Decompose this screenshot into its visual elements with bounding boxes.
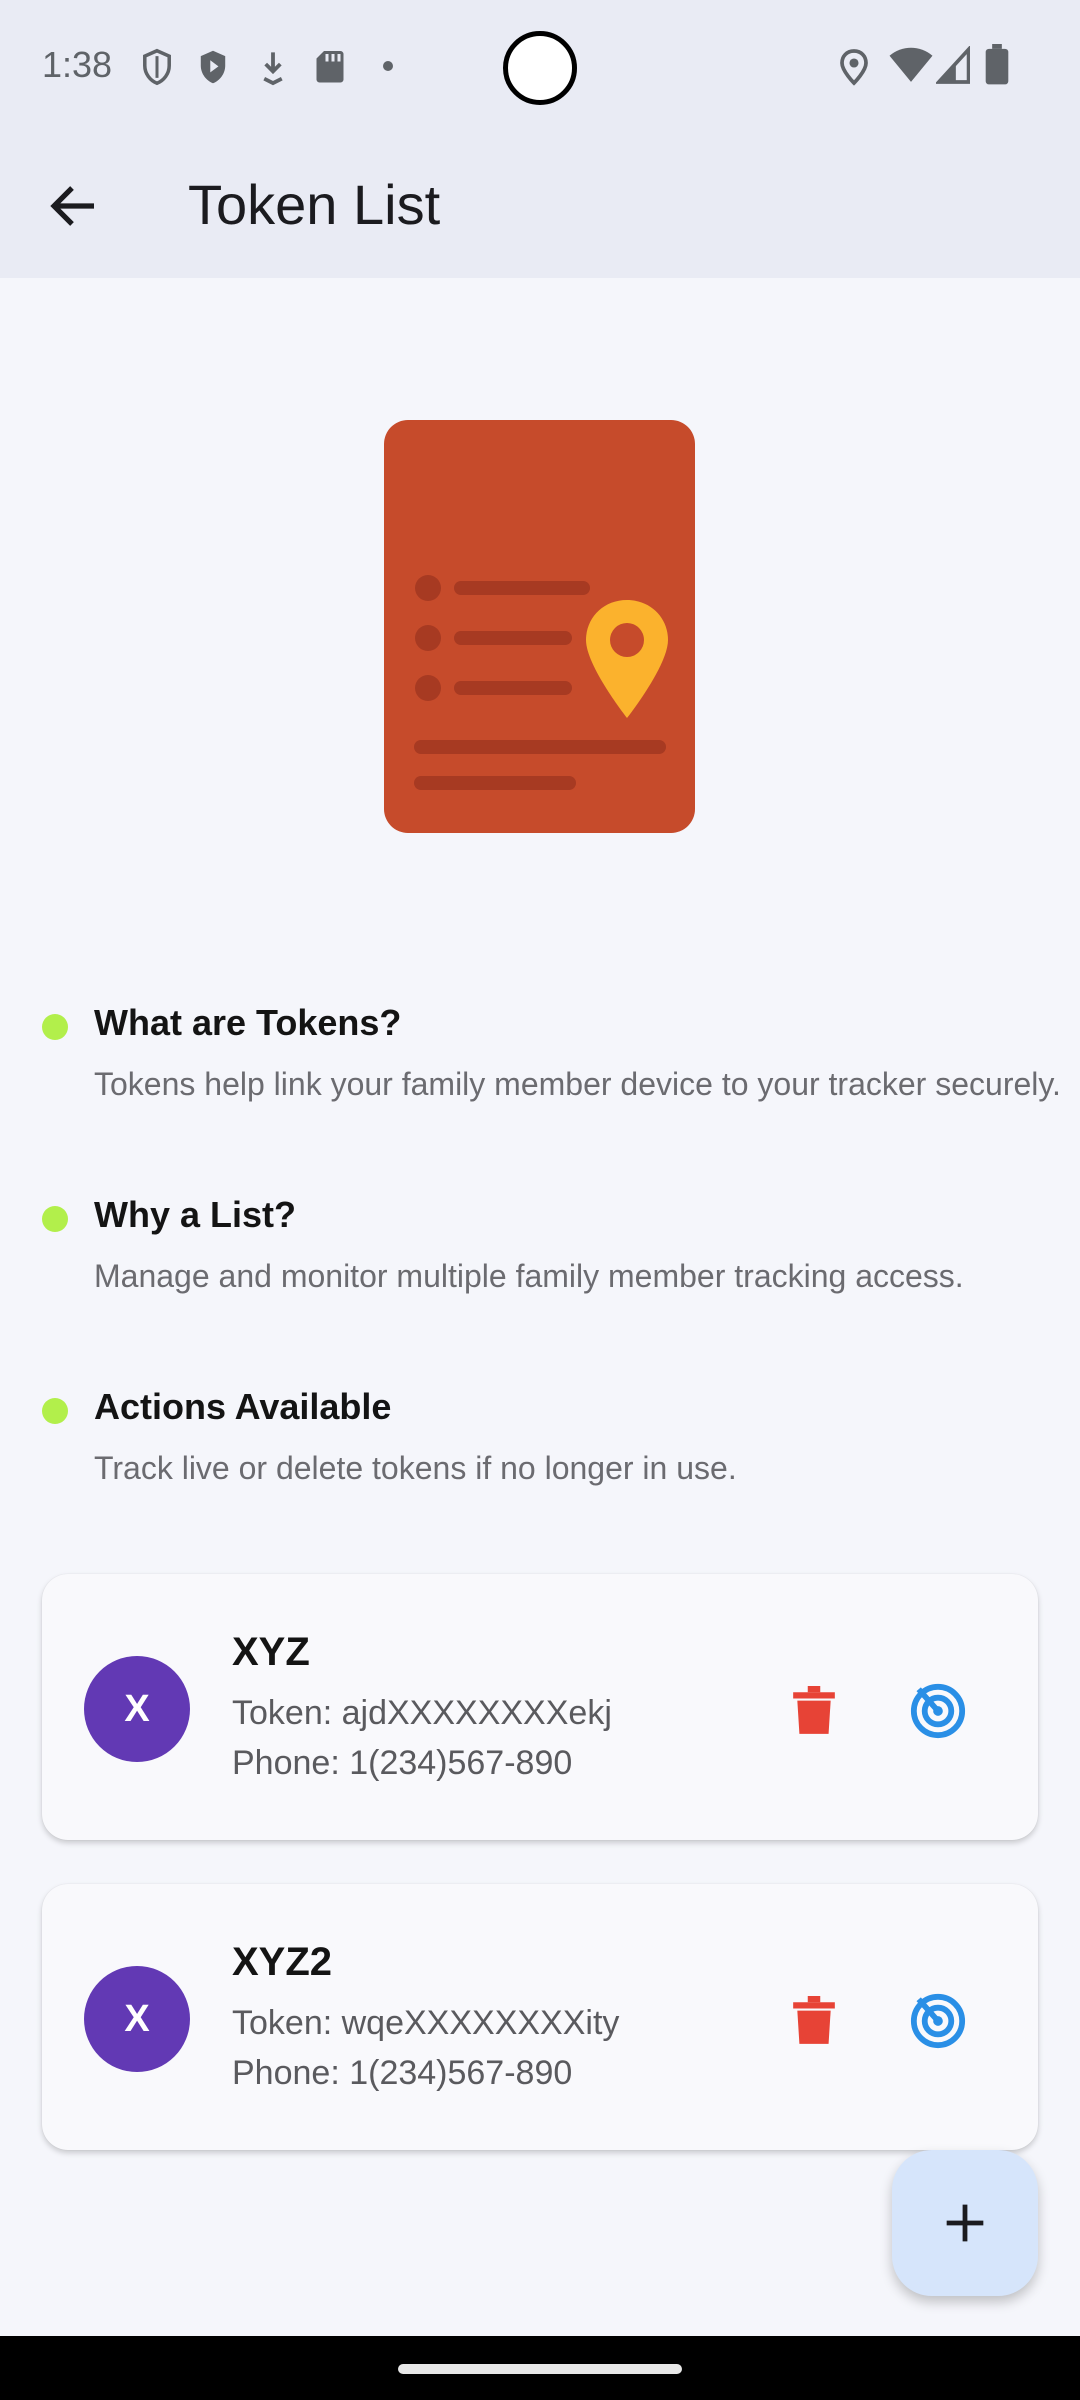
status-bar: 1:38 xyxy=(0,0,1080,130)
sd-card-icon xyxy=(316,51,344,83)
wifi-icon xyxy=(889,47,933,82)
download-icon xyxy=(263,52,283,86)
token-value: Token: wqeXXXXXXXXity xyxy=(232,2004,620,2042)
info-title: What are Tokens? xyxy=(94,1002,402,1043)
info-text: Manage and monitor multiple family membe… xyxy=(94,1258,964,1294)
info-title: Actions Available xyxy=(94,1386,392,1427)
cell-signal-icon xyxy=(936,46,970,84)
radar-icon xyxy=(910,1993,966,2049)
info-text: Tokens help link your family member devi… xyxy=(94,1066,1061,1102)
dot-icon xyxy=(383,61,393,71)
location-icon xyxy=(840,49,868,86)
bullet-dot xyxy=(42,1014,68,1040)
home-handle[interactable] xyxy=(398,2364,682,2374)
token-phone: Phone: 1(234)567-890 xyxy=(232,2054,573,2092)
token-value: Token: ajdXXXXXXXXekj xyxy=(232,1694,612,1732)
info-title: Why a List? xyxy=(94,1194,297,1235)
trash-icon xyxy=(793,1686,835,1734)
delete-button[interactable] xyxy=(782,1679,846,1743)
info-text: Track live or delete tokens if no longer… xyxy=(94,1450,737,1486)
avatar: X xyxy=(84,1656,190,1762)
bullet-dot xyxy=(42,1206,68,1232)
track-live-button[interactable] xyxy=(904,1987,972,2055)
token-card[interactable]: X XYZ Token: ajdXXXXXXXXekj Phone: 1(234… xyxy=(42,1574,1038,1840)
radar-icon xyxy=(910,1683,966,1739)
document-location-icon xyxy=(384,420,695,833)
bullet-dot xyxy=(42,1398,68,1424)
screen: 1:38 Token List What are Tokens? Tokens … xyxy=(0,0,1080,2400)
back-button[interactable] xyxy=(44,176,104,236)
add-token-button[interactable] xyxy=(892,2150,1038,2296)
trash-icon xyxy=(793,1996,835,2044)
delete-button[interactable] xyxy=(782,1989,846,2053)
top-bar: 1:38 Token List xyxy=(0,0,1080,278)
battery-icon xyxy=(985,44,1009,85)
track-live-button[interactable] xyxy=(904,1677,972,1745)
arrow-back-icon xyxy=(50,186,94,226)
status-time: 1:38 xyxy=(42,44,113,85)
token-phone: Phone: 1(234)567-890 xyxy=(232,1744,573,1782)
token-name: XYZ2 xyxy=(232,1940,333,1984)
front-camera xyxy=(503,31,577,105)
token-name: XYZ xyxy=(232,1630,310,1674)
plus-icon xyxy=(946,2204,984,2242)
shield-outline-icon xyxy=(143,48,171,86)
page-title: Token List xyxy=(188,173,441,236)
shield-play-icon xyxy=(200,50,226,84)
token-card[interactable]: X XYZ2 Token: wqeXXXXXXXXity Phone: 1(23… xyxy=(42,1884,1038,2150)
avatar: X xyxy=(84,1966,190,2072)
